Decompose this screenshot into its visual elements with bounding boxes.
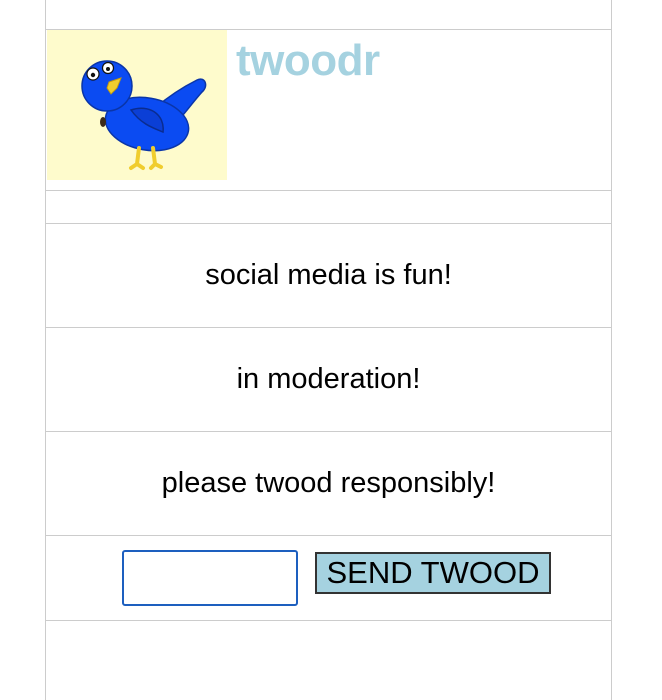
blue-bird-icon xyxy=(81,60,207,170)
twood-item: please twood responsibly! xyxy=(46,431,611,535)
twood-input[interactable] xyxy=(122,550,298,606)
brand-name: twoodr xyxy=(236,36,380,85)
twood-item: in moderation! xyxy=(46,327,611,431)
logo xyxy=(47,30,227,180)
twood-item: social media is fun! xyxy=(46,223,611,327)
send-twood-button[interactable]: SEND TWOOD xyxy=(315,552,551,594)
twood-feed: social media is fun! in moderation! plea… xyxy=(46,223,611,621)
site-header: twoodr xyxy=(46,29,611,191)
twood-composer: SEND TWOOD xyxy=(46,535,611,621)
app-column: twoodr social media is fun! in moderatio… xyxy=(45,0,612,700)
